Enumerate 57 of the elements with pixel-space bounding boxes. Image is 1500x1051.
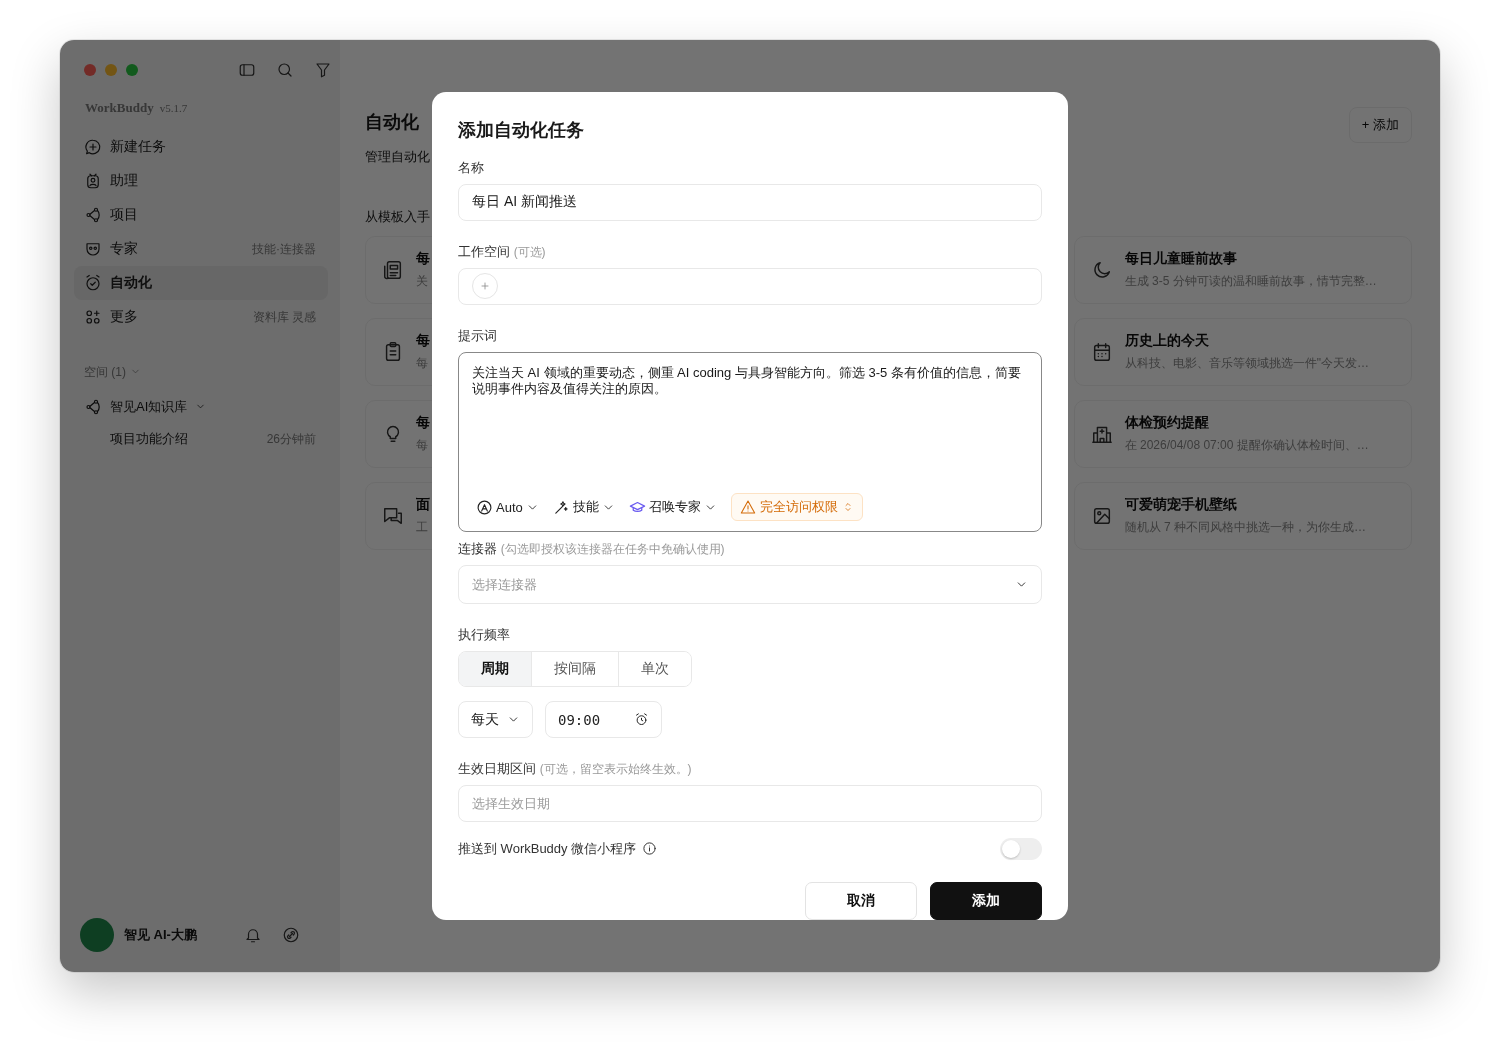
segment-tab[interactable]: 周期 [459, 652, 531, 687]
warning-icon [739, 499, 756, 516]
text-area[interactable]: 关注当天 AI 领域的重要动态，侧重 AI coding 与具身智能方向。筛选 3-5 条有价值的信息，简要说明事件内容及值得关注的原因。 Auto 技能 召唤专家 完全访问权限 [458, 351, 1042, 533]
dialog-title: 添加自动化任务 [458, 119, 585, 142]
sidebar-item[interactable]: 自动化 [74, 266, 328, 300]
search-icon [276, 61, 294, 79]
section-label: 从模板入手 [365, 208, 431, 226]
robot-icon [84, 172, 102, 190]
sidebar-item[interactable]: 项目 [74, 198, 328, 232]
apps-icon [84, 308, 102, 326]
input-field[interactable] [458, 267, 1042, 305]
sidebar-toggle-icon [238, 61, 256, 79]
minimize-window-button[interactable] [105, 64, 117, 76]
close-window-button[interactable] [84, 64, 96, 76]
add-button[interactable]: + 添加 [1348, 107, 1412, 143]
cancel-button[interactable]: 取消 [805, 882, 917, 920]
field-label: 名称 [458, 159, 485, 177]
permission-button[interactable]: 完全访问权限 [730, 493, 863, 522]
nodes-icon [84, 398, 102, 416]
bell-icon [244, 926, 262, 944]
auto-mode-icon [476, 498, 493, 516]
period-dropdown[interactable]: 每天 [458, 701, 533, 739]
field-label: 连接器 (勾选即授权该连接器在任务中免确认使用) [458, 540, 726, 559]
select-field[interactable]: 选择连接器 [458, 565, 1042, 605]
mask-icon [84, 240, 102, 258]
newspaper-icon [382, 259, 404, 281]
wand-icon [552, 498, 570, 516]
info-icon [642, 841, 658, 857]
alarm-clock-icon [84, 274, 102, 292]
alarm-clock-icon [634, 712, 649, 728]
segment-tab[interactable]: 单次 [618, 652, 691, 687]
input-field[interactable]: 每日 AI 新闻推送 [458, 184, 1042, 221]
add-button[interactable]: 添加 [930, 882, 1042, 920]
nodes-icon [84, 206, 102, 224]
filter-icon [314, 61, 332, 79]
avatar[interactable] [80, 918, 114, 952]
date-field[interactable]: 选择生效日期 [458, 785, 1042, 822]
time-field[interactable]: 09:00 [545, 701, 662, 739]
toolbar-dropdown[interactable]: Auto [476, 498, 539, 516]
field-label: 提示词 [458, 326, 498, 345]
page-subtitle: 管理自动化 [365, 148, 430, 166]
field-label: 生效日期区间 (可选，留空表示始终生效。) [458, 760, 693, 779]
chat-bubbles-icon [382, 505, 404, 527]
page-title: 自动化 [365, 111, 420, 134]
link-circle-icon [282, 926, 300, 944]
push-label: 推送到 WorkBuddy 微信小程序 [458, 840, 637, 858]
zoom-window-button[interactable] [126, 64, 138, 76]
user-name: 智见 AI-大鹏 [124, 926, 198, 944]
sidebar-item[interactable]: 新建任务 [74, 130, 328, 164]
toggle-switch[interactable] [1000, 838, 1042, 860]
toolbar-dropdown[interactable]: 技能 [552, 498, 615, 517]
tree-item[interactable]: 智见AI知识库 [74, 391, 328, 423]
field-label: 执行频率 [458, 626, 511, 645]
toolbar-dropdown[interactable]: 召唤专家 [628, 498, 717, 517]
sidebar-item[interactable]: 助理 [74, 164, 328, 198]
field-label: 工作空间 (可选) [458, 242, 547, 261]
plus-bubble-icon [84, 138, 102, 156]
